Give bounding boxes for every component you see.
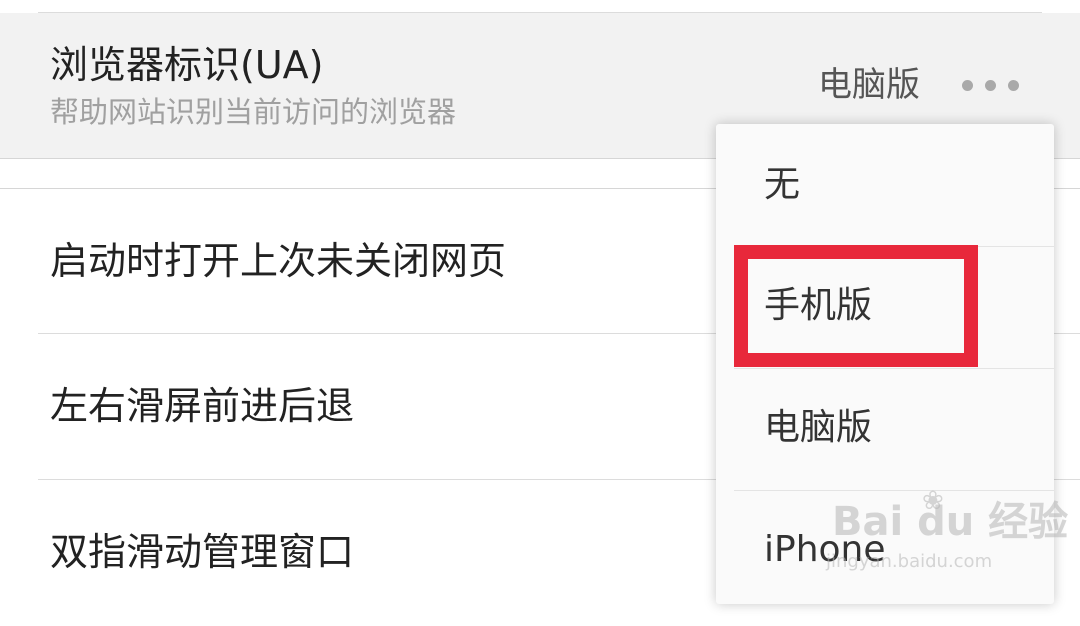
dropdown-option-label: 电脑版 — [764, 407, 873, 448]
setting-label: 左右滑屏前进后退 — [50, 384, 355, 428]
dropdown-option-none[interactable]: 无 — [716, 124, 1054, 246]
dropdown-option-label: 手机版 — [764, 285, 873, 326]
dropdown-option-label: 无 — [764, 164, 801, 205]
dropdown-option-label: iPhone — [764, 529, 886, 570]
dropdown-option-mobile[interactable]: 手机版 — [716, 247, 1054, 369]
setting-label: 双指滑动管理窗口 — [50, 530, 355, 574]
ua-setting-title: 浏览器标识(UA) — [50, 43, 324, 87]
ua-current-value[interactable]: 电脑版 — [818, 65, 920, 105]
more-horizontal-icon[interactable] — [962, 77, 1022, 93]
more-dot — [1008, 79, 1019, 91]
dropdown-option-desktop[interactable]: 电脑版 — [716, 369, 1054, 491]
more-dot — [962, 79, 973, 91]
ua-dropdown-menu: 无 手机版 电脑版 iPhone — [716, 124, 1054, 604]
dropdown-option-iphone[interactable]: iPhone — [716, 491, 1054, 613]
setting-label: 启动时打开上次未关闭网页 — [50, 239, 507, 283]
ua-setting-subtitle: 帮助网站识别当前访问的浏览器 — [50, 95, 457, 129]
more-dot — [985, 79, 996, 91]
